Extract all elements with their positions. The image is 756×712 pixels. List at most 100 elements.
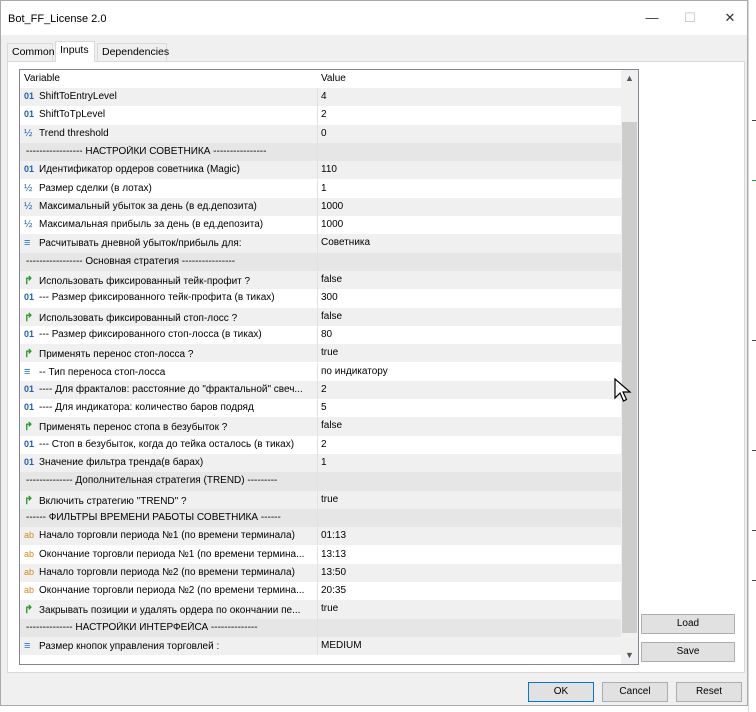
scroll-down-icon[interactable]: ▼ (621, 647, 638, 664)
table-row[interactable]: 01 --- Размер фиксированного стоп-лосса (… (20, 325, 621, 345)
column-header-variable[interactable]: Variable (24, 73, 60, 84)
table-row[interactable]: 01 ShiftToTpLevel 2 (20, 106, 621, 125)
value-cell[interactable]: 13:13 (321, 549, 346, 560)
value-cell[interactable]: 01:13 (321, 530, 346, 541)
variable-cell: ↱ Включить стратегию "TREND" ? (24, 494, 314, 507)
column-divider (317, 216, 318, 235)
value-cell[interactable]: 110 (321, 164, 337, 175)
value-cell[interactable]: 1 (321, 183, 327, 194)
column-divider (317, 435, 318, 454)
variable-name: Идентификатор ордеров советника (Magic) (39, 164, 240, 176)
variable-cell: ↱ Применять перенос стоп-лосса ? (24, 347, 314, 360)
table-row[interactable]: ab Начало торговли периода №2 (по времени… (20, 563, 621, 583)
column-divider (317, 563, 318, 583)
vertical-scrollbar[interactable]: ▲ ▼ (621, 70, 638, 664)
cancel-button[interactable]: Cancel (602, 682, 668, 702)
variable-name: ----------------- НАСТРОЙКИ СОВЕТНИКА --… (26, 145, 267, 157)
title-bar[interactable]: Bot_FF_License 2.0 — ☐ ✕ (1, 1, 747, 35)
table-row[interactable]: ab Начало торговли периода №1 (по времени… (20, 527, 621, 546)
variable-name: Применять перенос стопа в безубыток ? (39, 422, 228, 434)
table-row[interactable]: ≡ Размер кнопок управления торговлей : MED… (20, 637, 621, 656)
value-cell[interactable]: Советника (321, 237, 370, 248)
value-cell[interactable]: 2 (321, 439, 327, 450)
table-row[interactable]: ≡ Расчитывать дневной убыток/прибыль для:… (20, 234, 621, 253)
variable-cell: 01 ShiftToEntryLevel (24, 91, 314, 102)
table-row[interactable]: ½ Trend threshold 0 (20, 124, 621, 143)
table-row[interactable]: ½ Максимальный убыток за день (в ед.депоз… (20, 197, 621, 217)
column-header-value[interactable]: Value (321, 73, 346, 84)
table-row[interactable]: ↱ Использовать фиксированный тейк-профит … (20, 271, 621, 290)
variable-name: Окончание торговли периода №2 (по времен… (39, 585, 305, 597)
value-cell[interactable]: 1000 (321, 201, 343, 212)
column-divider (317, 472, 318, 491)
variable-cell: 01 --- Размер фиксированного тейк-профита… (24, 292, 314, 303)
section-row[interactable]: -------------- Дополнительная стратегия … (20, 472, 621, 491)
table-row[interactable]: 01 ShiftToEntryLevel 4 (20, 88, 621, 107)
inputs-grid[interactable]: Variable Value 01 ShiftToEntryLevel 4 01 Shi… (19, 69, 639, 665)
value-cell[interactable]: true (321, 603, 338, 614)
value-cell[interactable]: true (321, 494, 338, 505)
value-cell[interactable]: MEDIUM (321, 640, 362, 651)
table-row[interactable]: 01 --- Размер фиксированного тейк-профита… (20, 289, 621, 308)
reset-button[interactable]: Reset (676, 682, 742, 702)
table-row[interactable]: ↱ Применять перенос стоп-лосса ? true (20, 344, 621, 363)
section-row[interactable]: -------------- НАСТРОЙКИ ИНТЕРФЕЙСА ----… (20, 618, 621, 637)
value-cell[interactable]: false (321, 274, 342, 285)
value-cell[interactable]: по индикатору (321, 366, 388, 377)
value-cell[interactable]: 80 (321, 329, 332, 340)
table-row[interactable]: ↱ Использовать фиксированный стоп-лосс ? f… (20, 307, 621, 326)
value-cell[interactable]: 2 (321, 384, 327, 395)
table-row[interactable]: 01 Значение фильтра тренда(в барах) 1 (20, 454, 621, 473)
value-cell[interactable]: 5 (321, 402, 327, 413)
variable-cell: 01 Значение фильтра тренда(в барах) (24, 457, 314, 468)
value-cell[interactable]: false (321, 420, 342, 431)
section-row[interactable]: ----------------- Основная стратегия ---… (20, 252, 621, 271)
column-divider (317, 508, 318, 528)
close-button[interactable]: ✕ (719, 9, 741, 27)
save-button[interactable]: Save (641, 642, 735, 662)
table-row[interactable]: 01 ---- Для фракталов: расстояние до "фра… (20, 380, 621, 400)
table-row[interactable]: ab Окончание торговли периода №2 (по врем… (20, 582, 621, 601)
window-title: Bot_FF_License 2.0 (8, 13, 107, 25)
value-cell[interactable]: 1 (321, 457, 327, 468)
value-cell[interactable]: 4 (321, 91, 327, 102)
value-cell[interactable]: true (321, 347, 338, 358)
value-cell[interactable]: 20:35 (321, 585, 346, 596)
value-cell[interactable]: 2 (321, 109, 327, 120)
minimize-button[interactable]: — (641, 9, 663, 27)
tab-dependencies[interactable]: Dependencies (97, 43, 169, 61)
table-row[interactable]: ↱ Включить стратегию "TREND" ? true (20, 490, 621, 509)
table-row[interactable]: ≡ -- Тип переноса стоп-лосса по индикатору (20, 362, 621, 381)
column-divider (317, 124, 318, 143)
section-row[interactable]: ----------------- НАСТРОЙКИ СОВЕТНИКА --… (20, 142, 621, 162)
variable-cell: ≡ Размер кнопок управления торговлей : (24, 640, 314, 652)
fraction-icon: ½ (24, 182, 33, 194)
table-row[interactable]: 01 ---- Для индикатора: количество баров … (20, 399, 621, 418)
table-row[interactable]: 01 Идентификатор ордеров советника (Magic… (20, 161, 621, 180)
integer-icon: 01 (24, 328, 35, 339)
value-cell[interactable]: false (321, 311, 342, 322)
ok-button[interactable]: OK (528, 682, 594, 702)
load-button[interactable]: Load (641, 614, 735, 634)
table-row[interactable]: ↱ Закрывать позиции и удалять ордера по о… (20, 600, 621, 619)
table-row[interactable]: ab Окончание торговли периода №1 (по врем… (20, 545, 621, 564)
table-row[interactable]: 01 --- Стоп в безубыток, когда до тейка о… (20, 435, 621, 454)
string-ab-icon: ab (24, 530, 35, 541)
value-cell[interactable]: 13:50 (321, 567, 346, 578)
scroll-up-icon[interactable]: ▲ (621, 70, 638, 87)
value-cell[interactable]: 1000 (321, 219, 343, 230)
table-row[interactable]: ½ Максимальная прибыль за день (в ед.депо… (20, 216, 621, 235)
value-cell[interactable]: 300 (321, 292, 338, 303)
maximize-button[interactable]: ☐ (679, 9, 701, 27)
table-row[interactable]: ↱ Применять перенос стопа в безубыток ? fa… (20, 417, 621, 436)
variable-cell: ab Начало торговли периода №2 (по времени… (24, 567, 314, 578)
value-cell[interactable]: 0 (321, 128, 327, 139)
tab-common[interactable]: Common (7, 43, 55, 61)
tab-inputs[interactable]: Inputs (55, 41, 95, 62)
section-row[interactable]: ------ ФИЛЬТРЫ ВРЕМЕНИ РАБОТЫ СОВЕТНИКА … (20, 508, 621, 528)
table-row[interactable]: ½ Размер сделки (в лотах) 1 (20, 179, 621, 198)
integer-icon: 01 (24, 164, 35, 175)
column-divider (317, 490, 318, 509)
variable-name: ------ ФИЛЬТРЫ ВРЕМЕНИ РАБОТЫ СОВЕТНИКА … (26, 511, 281, 523)
variable-cell: 01 Идентификатор ордеров советника (Magic… (24, 164, 314, 175)
